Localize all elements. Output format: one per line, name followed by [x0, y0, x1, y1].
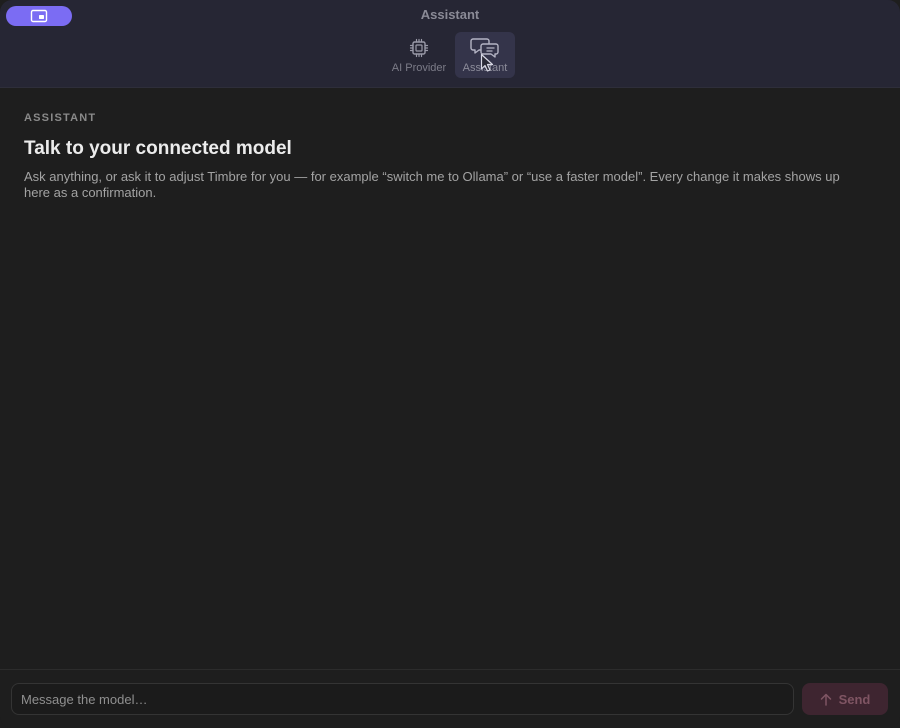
chip-icon	[409, 38, 429, 58]
page-title: Talk to your connected model	[24, 138, 292, 159]
section-eyebrow: ASSISTANT	[24, 112, 97, 124]
title-bar: Assistant AI Provider Assistant	[0, 0, 900, 88]
send-button[interactable]: Send	[802, 683, 888, 715]
message-input[interactable]	[11, 683, 794, 715]
arrow-up-icon	[820, 693, 831, 706]
tab-ai-provider[interactable]: AI Provider	[389, 32, 449, 78]
window-title: Assistant	[420, 7, 480, 22]
mouse-pointer-icon	[480, 53, 494, 72]
app-window: Assistant AI Provider Assistant ASSISTAN…	[0, 0, 900, 728]
tab-ai-provider-label: AI Provider	[391, 62, 447, 74]
page-description: Ask anything, or ask it to adjust Timbre…	[24, 169, 840, 200]
message-composer: Send	[0, 669, 900, 728]
send-button-label: Send	[838, 691, 871, 707]
assistant-intro: ASSISTANT Talk to your connected model A…	[24, 112, 860, 201]
